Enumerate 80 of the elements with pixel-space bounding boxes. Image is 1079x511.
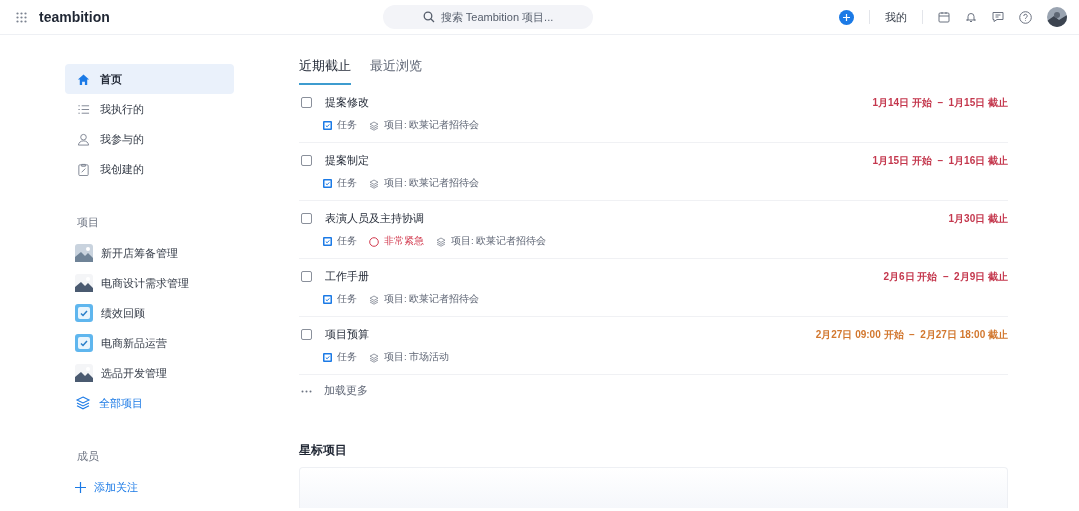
task-icon [323,295,332,304]
task-date: 2月27日 09:00 开始 – 2月27日 18:00 截止 [815,327,1008,342]
project-item[interactable]: 电商新品运营 [65,328,234,358]
list-icon [77,102,90,116]
my-link[interactable]: 我的 [885,9,907,25]
apps-grid-icon[interactable] [16,11,27,23]
calendar-icon[interactable] [938,11,950,23]
more-icon [301,389,312,393]
add-button[interactable] [839,9,854,25]
load-more-link[interactable]: 加载更多 [324,384,368,398]
home-icon [77,72,90,86]
check-tile-icon [75,334,93,352]
user-avatar[interactable] [1047,7,1067,27]
task-row[interactable]: 表演人员及主持协调 1月30日 截止 任务 非常紧急 项目: 欧莱记者招待会 [299,201,1008,259]
task-icon [323,121,332,130]
section-heading: 成员 [76,450,100,464]
plus-icon [75,481,86,493]
user-icon [77,132,90,146]
project-item[interactable]: 新开店筹备管理 [65,238,234,268]
task-icon [323,179,332,188]
bell-icon[interactable] [965,11,977,23]
search-icon [422,11,435,23]
tab[interactable]: 近期截止 [299,58,351,85]
project-item[interactable]: 选品开发管理 [65,358,234,388]
tab[interactable]: 最近浏览 [370,58,422,85]
task-meta: 项目: 欧莱记者招待会 [384,119,480,132]
checkbox[interactable] [301,271,312,282]
checkbox[interactable] [301,213,312,224]
task-icon [323,237,332,246]
layers-icon [369,120,379,131]
layers-icon [75,395,91,411]
layers-icon [436,236,446,247]
task-row[interactable]: 提案制定 1月15日 开始 – 1月16日 截止 任务 项目: 欧莱记者招待会 [299,143,1008,201]
task-title: 工作手册 [325,269,369,284]
task-title: 提案制定 [325,153,369,168]
task-meta: 任务 [337,177,357,190]
task-meta: 项目: 欧莱记者招待会 [451,235,547,248]
layers-icon [369,294,379,305]
layers-icon [369,178,379,189]
plus-icon [843,13,850,21]
task-title: 表演人员及主持协调 [325,211,424,226]
checkbox[interactable] [301,329,312,340]
section-heading: 星标项目 [299,442,348,459]
task-title: 提案修改 [325,95,369,110]
task-meta: 任务 [337,235,357,248]
nav-item[interactable]: 我执行的 [65,94,234,124]
task-meta: 项目: 欧莱记者招待会 [384,293,480,306]
task-meta: 非常紧急 [384,235,424,248]
task-meta: 项目: 欧莱记者招待会 [384,177,480,190]
search-field[interactable]: 搜索 Teambition 项目... [382,5,593,29]
layers-icon [369,352,379,363]
logo[interactable]: teambition [39,9,110,25]
message-icon[interactable] [992,11,1004,23]
task-meta: 任务 [337,351,357,364]
checkbox[interactable] [301,97,312,108]
task-date: 1月30日 截止 [948,211,1008,226]
task-title: 项目预算 [325,327,369,342]
clipboard-icon [77,162,90,176]
all-projects-link[interactable]: 全部项目 [65,388,234,418]
task-icon [323,353,332,362]
nav-item[interactable]: 我参与的 [65,124,234,154]
help-icon[interactable] [1019,10,1032,24]
section-heading: 项目 [76,216,100,230]
task-meta: 任务 [337,119,357,132]
nav-item[interactable]: 我创建的 [65,154,234,184]
check-tile-icon [75,304,93,322]
task-row[interactable]: 项目预算 2月27日 09:00 开始 – 2月27日 18:00 截止 任务 项目: 市场活动 [299,317,1008,375]
task-date: 1月14日 开始 – 1月15日 截止 [872,95,1008,110]
checkbox[interactable] [301,155,312,166]
task-meta: 项目: 市场活动 [384,351,450,364]
add-follow-link[interactable]: 添加关注 [65,472,234,502]
project-item[interactable]: 绩效回顾 [65,298,234,328]
task-date: 2月6日 开始 – 2月9日 截止 [883,269,1008,284]
task-row[interactable]: 工作手册 2月6日 开始 – 2月9日 截止 任务 项目: 欧莱记者招待会 [299,259,1008,317]
project-item[interactable]: 电商设计需求管理 [65,268,234,298]
nav-item[interactable]: 首页 [65,64,234,94]
task-meta: 任务 [337,293,357,306]
task-date: 1月15日 开始 – 1月16日 截止 [872,153,1008,168]
circle-icon [369,236,379,247]
task-row[interactable]: 提案修改 1月14日 开始 – 1月15日 截止 任务 项目: 欧莱记者招待会 [299,85,1008,143]
